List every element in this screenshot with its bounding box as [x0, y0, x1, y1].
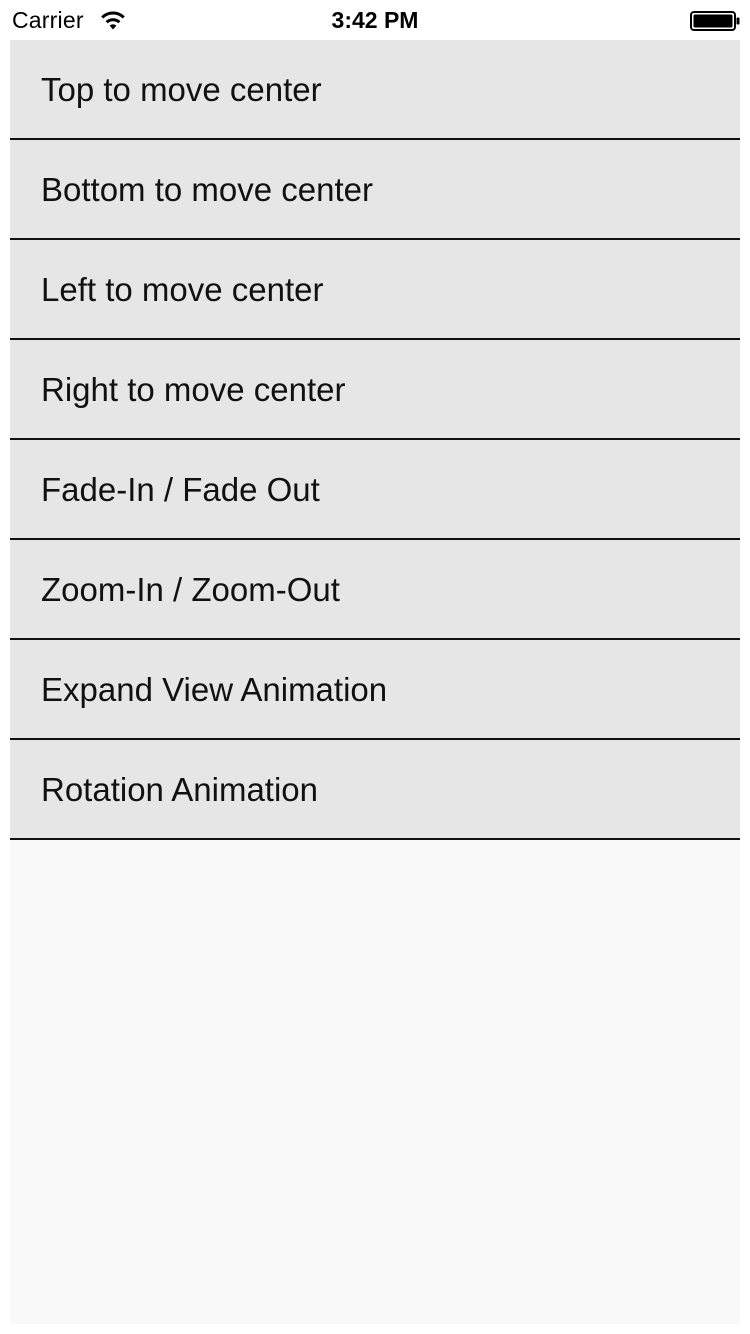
list-item-label: Top to move center [41, 71, 322, 108]
list-item-bottom-to-move-center[interactable]: Bottom to move center [10, 140, 740, 240]
list-item-fade-in-fade-out[interactable]: Fade-In / Fade Out [10, 440, 740, 540]
list-item-zoom-in-zoom-out[interactable]: Zoom-In / Zoom-Out [10, 540, 740, 640]
status-time: 3:42 PM [331, 7, 419, 33]
screen: Carrier 3:42 PM Top to move center Botto… [0, 0, 750, 1334]
list-item-right-to-move-center[interactable]: Right to move center [10, 340, 740, 440]
battery-full-icon [690, 11, 740, 31]
list-item-label: Zoom-In / Zoom-Out [41, 571, 340, 608]
status-bar: Carrier 3:42 PM [0, 0, 750, 40]
list-item-rotation-animation[interactable]: Rotation Animation [10, 740, 740, 840]
list-item-label: Rotation Animation [41, 771, 319, 808]
list-item-label: Fade-In / Fade Out [41, 471, 320, 508]
list-item-label: Expand View Animation [41, 671, 388, 708]
list-item-expand-view-animation[interactable]: Expand View Animation [10, 640, 740, 740]
list-item-label: Right to move center [41, 371, 346, 408]
list-item-left-to-move-center[interactable]: Left to move center [10, 240, 740, 340]
list-item-label: Left to move center [41, 271, 324, 308]
animation-list: Top to move center Bottom to move center… [10, 40, 740, 1324]
list-item-top-to-move-center[interactable]: Top to move center [10, 40, 740, 140]
list-item-label: Bottom to move center [41, 171, 373, 208]
